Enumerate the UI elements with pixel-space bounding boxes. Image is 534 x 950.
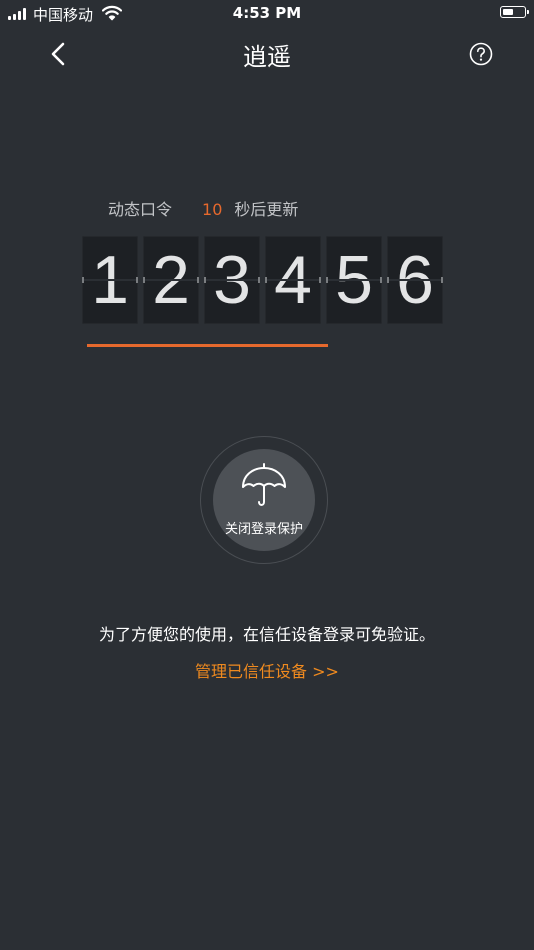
digit-card: 1 [82, 236, 138, 324]
digit-card: 4 [265, 236, 321, 324]
dynamic-code-label-row: 动态口令 10 秒后更新 [108, 196, 298, 220]
help-button[interactable] [469, 42, 493, 66]
protect-button-label: 关闭登录保护 [224, 522, 303, 537]
trusted-device-info: 为了方便您的使用，在信任设备登录可免验证。 [98, 625, 435, 644]
countdown-seconds: 10 [202, 200, 223, 219]
digit-card: 2 [143, 236, 199, 324]
digit-card: 5 [326, 236, 382, 324]
disable-login-protection-button[interactable]: 关闭登录保护 [213, 449, 315, 551]
manage-trusted-devices-link[interactable]: 管理已信任设备 >> [0, 658, 534, 682]
umbrella-icon [242, 463, 286, 506]
question-circle-icon [469, 42, 493, 66]
countdown-progress-fill [87, 344, 329, 347]
dynamic-code-digits: 1 2 3 4 5 6 [82, 236, 443, 324]
digit-card: 3 [204, 236, 260, 324]
page-title: 逍遥 [243, 43, 291, 71]
nav-bar: 逍遥 [0, 28, 534, 80]
countdown-progress-bar [87, 344, 447, 347]
dynamic-code-label: 动态口令 [108, 200, 173, 219]
status-bar: 中国移动 4:53 PM [0, 0, 534, 28]
status-time: 4:53 PM [232, 4, 302, 22]
digit-card: 6 [387, 236, 443, 324]
battery-icon [500, 6, 529, 18]
refresh-suffix: 秒后更新 [234, 200, 299, 219]
